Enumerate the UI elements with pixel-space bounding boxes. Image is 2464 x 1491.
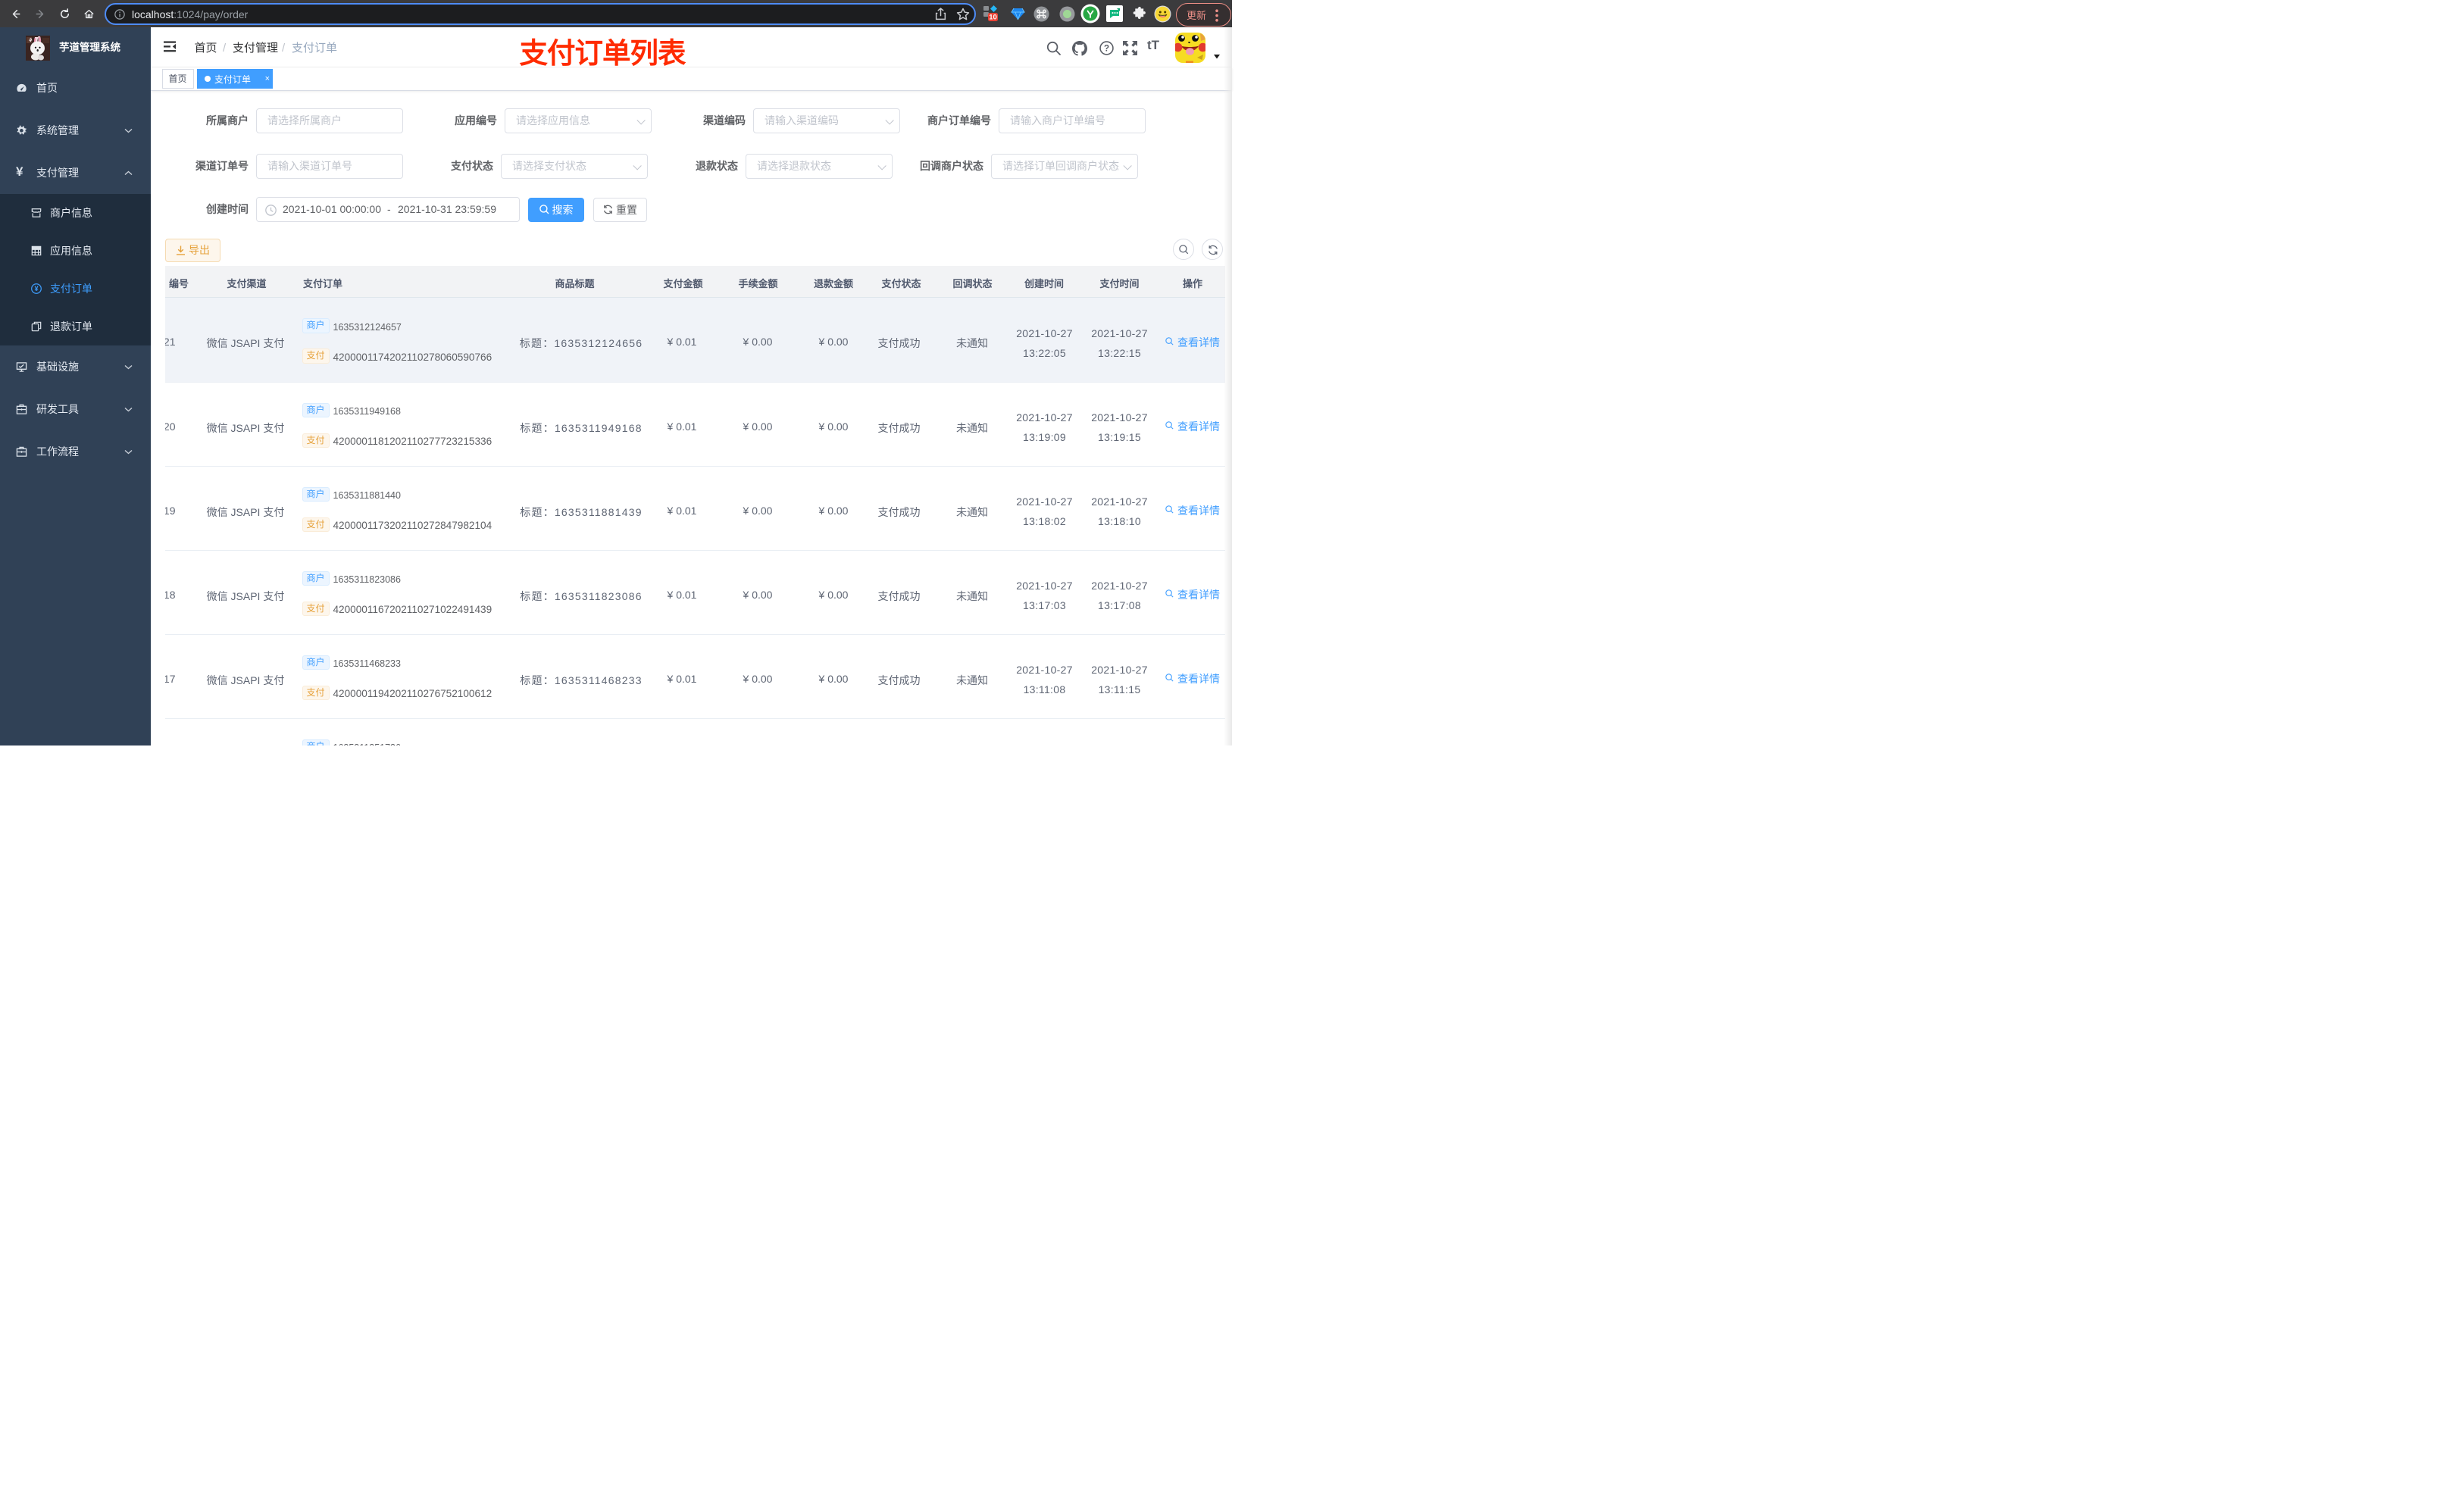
svg-text:¥: ¥ [34, 285, 39, 292]
svg-text:?: ? [1104, 43, 1109, 53]
svg-text:10: 10 [989, 14, 997, 22]
